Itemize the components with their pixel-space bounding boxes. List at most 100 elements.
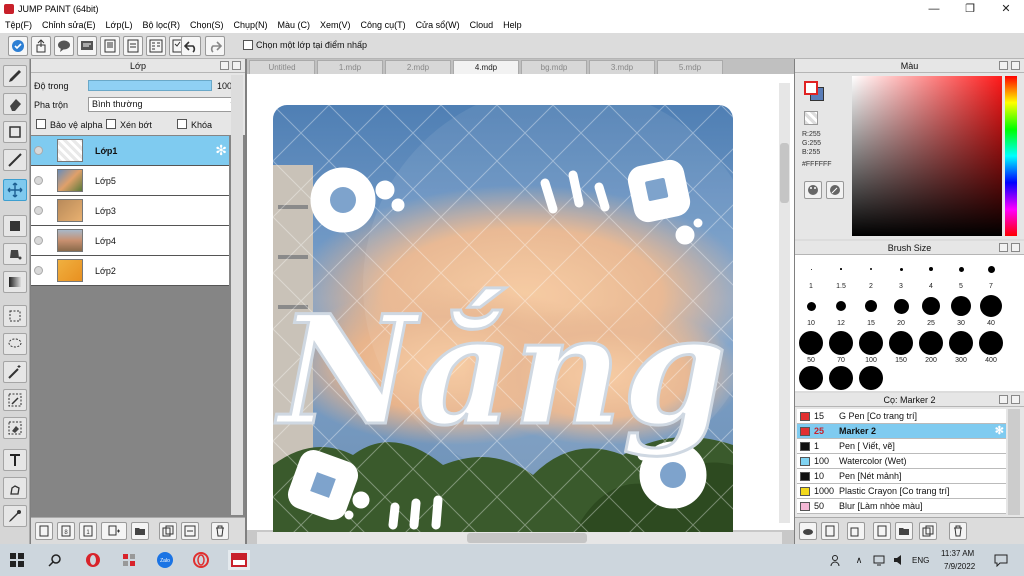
eraser-tool[interactable] (3, 93, 27, 115)
blend-mode-select[interactable]: Bình thường ▼ (88, 97, 240, 112)
brush-tool[interactable] (3, 65, 27, 87)
preset-row[interactable]: 25 Marker 2 ✻ (797, 424, 1006, 439)
panel-close-button[interactable] (1011, 61, 1020, 70)
minimize-button[interactable]: — (916, 0, 952, 17)
opera-app[interactable] (82, 550, 104, 570)
opacity-slider[interactable] (88, 80, 212, 91)
panel-undock-button[interactable] (999, 243, 1008, 252)
select-eraser-tool[interactable] (3, 417, 27, 439)
move-tool[interactable] (3, 179, 27, 201)
gear-icon[interactable]: ✻ (995, 424, 1004, 438)
scroll-thumb[interactable] (780, 143, 789, 203)
preset-row[interactable]: 1000 Plastic Crayon [Co trang trí] (797, 484, 1006, 499)
new-8bit-layer-button[interactable]: 8 (57, 522, 75, 540)
brush-size-dot[interactable] (899, 267, 903, 271)
brush-size-dot[interactable] (810, 268, 812, 270)
brush-size-dot[interactable] (893, 298, 909, 314)
brush-size-dot[interactable] (929, 267, 933, 271)
visibility-toggle[interactable] (34, 206, 43, 215)
brush-size-dot[interactable] (840, 268, 842, 270)
preset-copy-button[interactable] (847, 522, 865, 540)
pick-layer-checkbox[interactable] (243, 40, 253, 50)
brush-size-dot[interactable] (865, 300, 877, 312)
document-button[interactable] (123, 36, 143, 56)
export-button[interactable] (31, 36, 51, 56)
network-button[interactable] (868, 550, 890, 570)
transparent-color-swatch[interactable] (804, 111, 818, 125)
hue-slider[interactable] (1005, 76, 1017, 236)
brush-size-dot[interactable] (806, 301, 816, 311)
scroll-thumb[interactable] (467, 533, 587, 543)
tab-5-mdp[interactable]: 5.mdp (657, 60, 723, 74)
menu-capture[interactable]: Chụp(N) (229, 20, 273, 30)
layer-row[interactable]: Lớp4 (31, 226, 229, 256)
delete-layer-button[interactable] (211, 522, 229, 540)
list-button[interactable] (146, 36, 166, 56)
redo-button[interactable] (205, 36, 225, 56)
layer-row[interactable]: Lớp2 (31, 256, 229, 286)
brush-size-dot[interactable] (919, 331, 943, 355)
clock-time[interactable]: 11:37 AM (941, 549, 974, 558)
menu-filter[interactable]: Bộ lọc(R) (137, 20, 185, 30)
bucket-tool[interactable] (3, 243, 27, 265)
preset-row[interactable]: 100 Watercolor (Wet) (797, 454, 1006, 469)
new-folder-button[interactable] (131, 522, 149, 540)
color-picker-button[interactable] (826, 181, 844, 199)
menu-tools[interactable]: Công cụ(T) (356, 20, 411, 30)
preset-delete-button[interactable] (949, 522, 967, 540)
preset-row[interactable]: 1 Pen [ Viết, vẽ] (797, 439, 1006, 454)
menu-view[interactable]: Xem(V) (315, 20, 356, 30)
opera-gx-app[interactable] (190, 550, 212, 570)
search-button[interactable] (44, 550, 66, 570)
lasso-tool[interactable] (3, 333, 27, 355)
duplicate-layer-button[interactable] (159, 522, 177, 540)
preset-row[interactable]: 15 G Pen [Co trang trí] (797, 409, 1006, 424)
select-pen-tool[interactable] (3, 389, 27, 411)
chevron-up-button[interactable]: ∧ (848, 550, 870, 570)
panel-close-button[interactable] (232, 61, 241, 70)
menu-file[interactable]: Tệp(F) (0, 20, 37, 30)
preset-row[interactable]: 50 Blur [Làm nhòe màu] (797, 499, 1006, 514)
brush-size-dot[interactable] (958, 266, 964, 272)
brush-size-dot[interactable] (829, 366, 853, 390)
rect-select-tool[interactable] (3, 305, 27, 327)
panel-undock-button[interactable] (220, 61, 229, 70)
preset-folder-button[interactable] (895, 522, 913, 540)
tab-1-mdp[interactable]: 1.mdp (317, 60, 383, 74)
brush-size-dot[interactable] (799, 366, 823, 390)
clipping-checkbox[interactable] (106, 119, 116, 129)
tab-bg-mdp[interactable]: bg.mdp (521, 60, 587, 74)
brush-size-dot[interactable] (979, 331, 1003, 355)
tab-untitled[interactable]: Untitled (249, 60, 315, 74)
gear-icon[interactable]: ✻ (215, 142, 227, 159)
preset-add-button[interactable] (821, 522, 839, 540)
menu-edit[interactable]: Chỉnh sửa(E) (37, 20, 101, 30)
canvas-vertical-scrollbar[interactable] (779, 83, 790, 523)
preset-scrollbar[interactable] (1008, 409, 1020, 515)
tab-4-mdp[interactable]: 4.mdp (453, 60, 519, 74)
visibility-toggle[interactable] (34, 176, 43, 185)
check-icon-button[interactable] (8, 36, 28, 56)
brush-size-dot[interactable] (951, 296, 971, 316)
artwork-canvas[interactable]: Nắng (273, 105, 733, 535)
brush-size-dot[interactable] (949, 331, 973, 355)
transform-tool[interactable] (3, 477, 27, 499)
menu-help[interactable]: Help (498, 20, 527, 30)
eyedropper-tool[interactable] (3, 505, 27, 527)
preset-page-button[interactable] (873, 522, 891, 540)
notification-button[interactable] (990, 550, 1012, 570)
new-layer-button[interactable] (35, 522, 53, 540)
text-tool[interactable] (3, 449, 27, 471)
maximize-button[interactable]: ❐ (952, 0, 988, 17)
preset-duplicate-button[interactable] (919, 522, 937, 540)
brush-size-dot[interactable] (859, 331, 883, 355)
comment-button[interactable] (54, 36, 74, 56)
visibility-toggle[interactable] (34, 266, 43, 275)
layer-row[interactable]: Lớp3 (31, 196, 229, 226)
shape-tool[interactable] (3, 121, 27, 143)
volume-button[interactable] (888, 550, 910, 570)
protect-alpha-checkbox[interactable] (36, 119, 46, 129)
zalo-app[interactable]: Zalo (154, 550, 176, 570)
language-indicator[interactable]: ENG (912, 556, 929, 565)
undo-button[interactable] (181, 36, 201, 56)
